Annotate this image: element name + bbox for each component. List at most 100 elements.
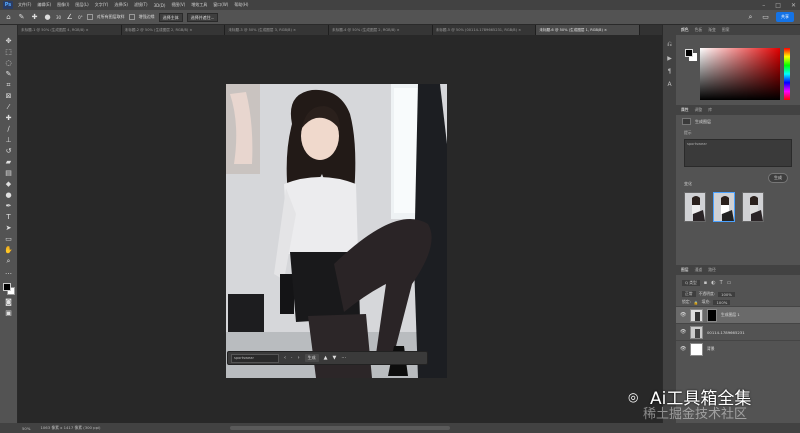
frame-tool-icon[interactable]: ⊠	[3, 92, 15, 100]
sample-all-layers-checkbox[interactable]	[86, 14, 93, 20]
gradient-tool-icon[interactable]: ▤	[3, 169, 15, 177]
variation-thumbnail[interactable]	[742, 192, 764, 222]
thumbs-down-icon[interactable]: ▼	[332, 355, 336, 361]
minimize-icon[interactable]: –	[762, 2, 765, 9]
document-info[interactable]: 1063 像素 x 1417 像素 (300 ppi)	[40, 425, 100, 431]
more-tools-icon[interactable]: …	[3, 268, 15, 276]
layer-row[interactable]: 👁 背景	[676, 340, 800, 357]
tab-properties[interactable]: 属性	[681, 107, 689, 113]
previous-variant-icon[interactable]: ‹	[284, 355, 286, 361]
quick-select-tool-icon[interactable]: ✎	[17, 13, 26, 22]
tab-layers[interactable]: 图层	[681, 267, 689, 273]
close-icon[interactable]: ✕	[791, 2, 796, 9]
document-tab[interactable]: 未标题-4 @ 50% (生成图层 2, RGB/8) ×	[329, 25, 433, 35]
menu-filter[interactable]: 滤镜(T)	[131, 2, 151, 8]
tab-color[interactable]: 颜色	[681, 27, 689, 33]
menu-file[interactable]: 文件(F)	[15, 2, 34, 8]
tab-adjustments[interactable]: 调整	[695, 107, 703, 113]
filter-pixel-icon[interactable]: ▪	[704, 280, 707, 286]
hue-slider[interactable]	[784, 48, 790, 100]
move-tool-icon[interactable]: ✥	[3, 37, 15, 45]
variation-thumbnail-selected[interactable]	[713, 192, 735, 222]
brush-preset-icon[interactable]: ●	[43, 13, 52, 22]
type-tool-icon[interactable]: T	[3, 213, 15, 221]
eraser-tool-icon[interactable]: ▰	[3, 158, 15, 166]
layer-mask-thumbnail[interactable]	[707, 308, 717, 322]
generate-button[interactable]: 生成	[768, 173, 788, 183]
filter-adjust-icon[interactable]: ◐	[711, 280, 715, 286]
menu-layer[interactable]: 图层(L)	[72, 2, 91, 8]
color-picker-field[interactable]	[700, 48, 780, 100]
lasso-tool-icon[interactable]: ◌	[3, 59, 15, 67]
clone-stamp-icon[interactable]: ⊥	[3, 136, 15, 144]
thumbs-up-icon[interactable]: ▲	[324, 355, 328, 361]
blur-tool-icon[interactable]: ◆	[3, 180, 15, 188]
next-variant-icon[interactable]: ›	[298, 355, 300, 361]
zoom-tool-icon[interactable]: ⌕	[3, 257, 15, 265]
select-subject-button[interactable]: 选择主体	[158, 12, 183, 22]
add-selection-icon[interactable]: ✚	[30, 13, 39, 22]
history-panel-icon[interactable]: ⎌	[667, 41, 672, 49]
hand-tool-icon[interactable]: ✋	[3, 246, 15, 254]
path-select-icon[interactable]: ➤	[3, 224, 15, 232]
character-panel-icon[interactable]: A	[667, 81, 671, 88]
layer-row[interactable]: 👁 生成图层 1	[676, 306, 800, 323]
prompt-input[interactable]: sportswear	[231, 353, 279, 363]
document-tab[interactable]: 未标题-5 @ 50% (00114-1789665231, RGB/8) ×	[432, 25, 537, 35]
visibility-eye-icon[interactable]: 👁	[680, 329, 686, 335]
menu-window[interactable]: 窗口(W)	[210, 2, 231, 8]
marquee-tool-icon[interactable]: ⬚	[3, 48, 15, 56]
filter-type-icon[interactable]: T	[720, 280, 723, 286]
eyedropper-tool-icon[interactable]: ⁄	[3, 103, 15, 111]
actions-panel-icon[interactable]: ▶	[667, 55, 672, 62]
prompt-textarea[interactable]: sportswear	[684, 139, 792, 167]
select-and-mask-button[interactable]: 选择并遮住...	[186, 12, 219, 22]
document-tab[interactable]: 未标题-2 @ 50% (生成图层 2, RGB/8) ×	[121, 25, 226, 35]
color-swatches[interactable]	[2, 283, 15, 295]
menu-type[interactable]: 文字(Y)	[92, 2, 112, 8]
enhance-edge-checkbox[interactable]	[128, 14, 135, 20]
brush-tool-icon[interactable]: ∕	[3, 125, 15, 133]
quick-mask-icon[interactable]: ◙	[3, 298, 15, 306]
search-icon[interactable]: ⌕	[746, 13, 755, 22]
tab-swatches[interactable]: 色板	[695, 27, 703, 33]
horizontal-scrollbar[interactable]	[230, 426, 450, 430]
menu-select[interactable]: 选择(S)	[111, 2, 131, 8]
menu-view[interactable]: 视图(V)	[168, 2, 188, 8]
quick-select-tool-icon[interactable]: ✎	[3, 70, 15, 78]
foreground-color-swatch[interactable]	[685, 49, 693, 57]
fill-input[interactable]: 100%	[713, 299, 731, 305]
document-tab[interactable]: 未标题-3 @ 50% (生成图层 3, RGB/8) ×	[225, 25, 330, 35]
share-button[interactable]: 共享	[776, 12, 794, 22]
lock-icon[interactable]: 🔒	[694, 300, 699, 305]
dodge-tool-icon[interactable]: ●	[3, 191, 15, 199]
brush-size-value[interactable]: 30	[56, 15, 61, 20]
tab-libraries[interactable]: 库	[708, 107, 712, 113]
screen-mode-icon[interactable]: ▣	[3, 309, 15, 317]
generate-button[interactable]: 生成	[304, 354, 319, 362]
more-options-icon[interactable]: ⋯	[341, 355, 346, 361]
history-brush-icon[interactable]: ↺	[3, 147, 15, 155]
tab-channels[interactable]: 通道	[695, 267, 703, 273]
blend-mode-select[interactable]: 正常	[682, 291, 696, 297]
menu-help[interactable]: 帮助(H)	[231, 2, 251, 8]
zoom-level[interactable]: 50%	[22, 426, 30, 431]
menu-image[interactable]: 图像(I)	[54, 2, 72, 8]
layer-filter-select[interactable]: Q 类型	[682, 280, 700, 286]
angle-value[interactable]: 0°	[78, 15, 83, 20]
crop-tool-icon[interactable]: ⌗	[3, 81, 15, 89]
tab-paths[interactable]: 路径	[708, 267, 716, 273]
healing-brush-icon[interactable]: ✚	[3, 114, 15, 122]
foreground-color-swatch[interactable]	[2, 283, 11, 291]
visibility-eye-icon[interactable]: 👁	[680, 312, 686, 318]
document-image[interactable]	[226, 84, 447, 378]
visibility-eye-icon[interactable]: 👁	[680, 346, 686, 352]
tab-gradients[interactable]: 渐变	[708, 27, 716, 33]
paragraph-panel-icon[interactable]: ¶	[668, 68, 672, 75]
document-tab-active[interactable]: 未标题-6 @ 50% (生成图层 1, RGB/8) ×	[536, 25, 641, 35]
menu-edit[interactable]: 编辑(E)	[34, 2, 54, 8]
opacity-input[interactable]: 100%	[718, 291, 735, 297]
pen-tool-icon[interactable]: ✒	[3, 202, 15, 210]
workspace-icon[interactable]: ▭	[761, 13, 770, 22]
variation-thumbnail[interactable]	[684, 192, 706, 222]
